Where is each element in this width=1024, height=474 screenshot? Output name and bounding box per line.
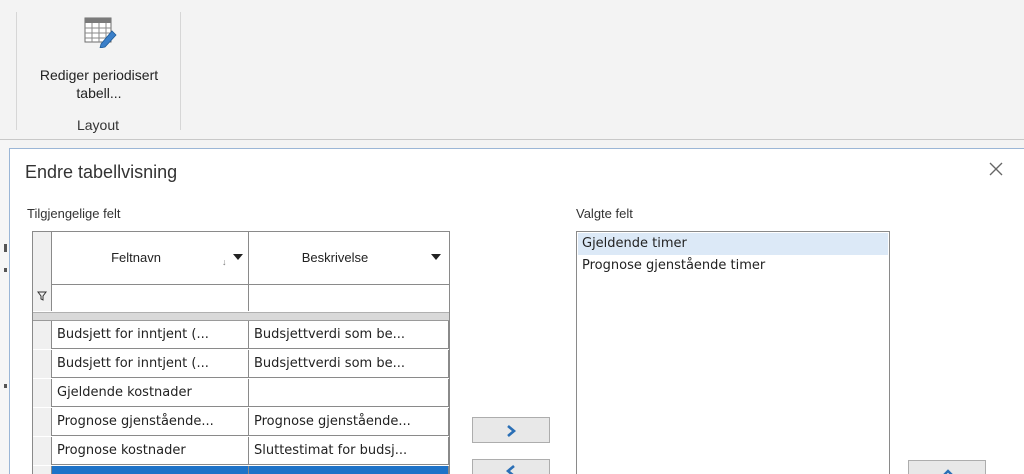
selected-fields-label: Valgte felt — [576, 206, 633, 221]
ribbon-button-line-1: Rediger periodisert — [39, 67, 159, 83]
filter-row — [33, 285, 449, 311]
chevron-right-icon — [507, 425, 517, 437]
row-indicator — [33, 408, 52, 436]
available-fields-grid: Feltnavn ↓ Beskrivelse Budsjett for innt… — [32, 231, 450, 474]
background-mark — [4, 244, 7, 252]
remove-field-button[interactable] — [472, 459, 550, 474]
cell-beskrivelse: Budsjettverdi som be... — [249, 321, 449, 349]
cell-beskrivelse: Budsjettverdi som be... — [249, 350, 449, 378]
table-row-selected[interactable] — [33, 466, 449, 474]
edit-table-icon — [84, 17, 117, 48]
ribbon-separator — [16, 12, 17, 130]
cell-beskrivelse — [249, 466, 449, 474]
table-row[interactable]: Prognose gjenstående... Prognose gjenstå… — [33, 408, 449, 436]
cell-feltnavn: Budsjett for inntjent (... — [52, 350, 249, 378]
column-header-beskrivelse[interactable]: Beskrivelse — [249, 232, 449, 285]
cell-beskrivelse: Prognose gjenstående... — [249, 408, 449, 436]
ribbon-bottom-border — [0, 139, 1024, 140]
column-header-label: Beskrivelse — [301, 250, 369, 265]
column-header-feltnavn[interactable]: Feltnavn ↓ — [52, 232, 249, 285]
cell-feltnavn — [52, 466, 249, 474]
filter-row-indicator — [33, 285, 52, 311]
filter-icon — [37, 291, 47, 301]
row-indicator — [33, 437, 52, 465]
column-header-label: Feltnavn — [111, 250, 161, 265]
ribbon: Rediger periodisert tabell... Layout — [0, 0, 1024, 140]
row-indicator — [33, 379, 52, 407]
filter-input-beskrivelse[interactable] — [249, 285, 449, 311]
row-indicator — [33, 321, 52, 349]
chevron-up-icon — [943, 469, 953, 474]
change-table-view-dialog: Endre tabellvisning Tilgjengelige felt V… — [9, 148, 1024, 474]
table-row[interactable]: Prognose kostnader Sluttestimat for buds… — [33, 437, 449, 465]
cell-feltnavn: Prognose gjenstående... — [52, 408, 249, 436]
column-dropdown-icon[interactable] — [431, 254, 441, 260]
add-field-button[interactable] — [472, 417, 550, 443]
grid-divider — [33, 312, 449, 321]
edit-periodized-table-button[interactable]: Rediger periodisert tabell... — [24, 14, 174, 114]
chevron-left-icon — [505, 465, 515, 474]
background-mark — [4, 268, 7, 272]
list-item[interactable]: Prognose gjenstående timer — [578, 255, 888, 277]
dialog-title: Endre tabellvisning — [25, 162, 178, 182]
sort-descending-icon: ↓ — [222, 257, 227, 267]
row-indicator — [33, 350, 52, 378]
ribbon-group-label: Layout — [76, 117, 120, 133]
table-row[interactable]: Gjeldende kostnader — [33, 379, 449, 407]
cell-feltnavn: Gjeldende kostnader — [52, 379, 249, 407]
close-icon[interactable] — [984, 157, 1008, 181]
ribbon-separator — [180, 12, 181, 130]
edit-periodized-table-label: Rediger periodisert tabell... — [24, 66, 174, 102]
grid-header: Feltnavn ↓ Beskrivelse — [33, 232, 449, 285]
background-mark — [4, 384, 7, 388]
ribbon-button-line-2: tabell... — [76, 85, 122, 101]
cell-feltnavn: Budsjett for inntjent (... — [52, 321, 249, 349]
filter-input-feltnavn[interactable] — [52, 285, 249, 311]
available-fields-label: Tilgjengelige felt — [27, 206, 121, 221]
row-indicator — [33, 466, 52, 474]
selected-fields-list[interactable]: Gjeldende timer Prognose gjenstående tim… — [576, 231, 890, 474]
list-item-selected[interactable]: Gjeldende timer — [578, 233, 888, 255]
move-up-button[interactable] — [908, 460, 986, 474]
cell-feltnavn: Prognose kostnader — [52, 437, 249, 465]
table-row[interactable]: Budsjett for inntjent (... Budsjettverdi… — [33, 350, 449, 378]
table-row[interactable]: Budsjett for inntjent (... Budsjettverdi… — [33, 321, 449, 349]
cell-beskrivelse: Sluttestimat for budsj... — [249, 437, 449, 465]
cell-beskrivelse — [249, 379, 449, 407]
